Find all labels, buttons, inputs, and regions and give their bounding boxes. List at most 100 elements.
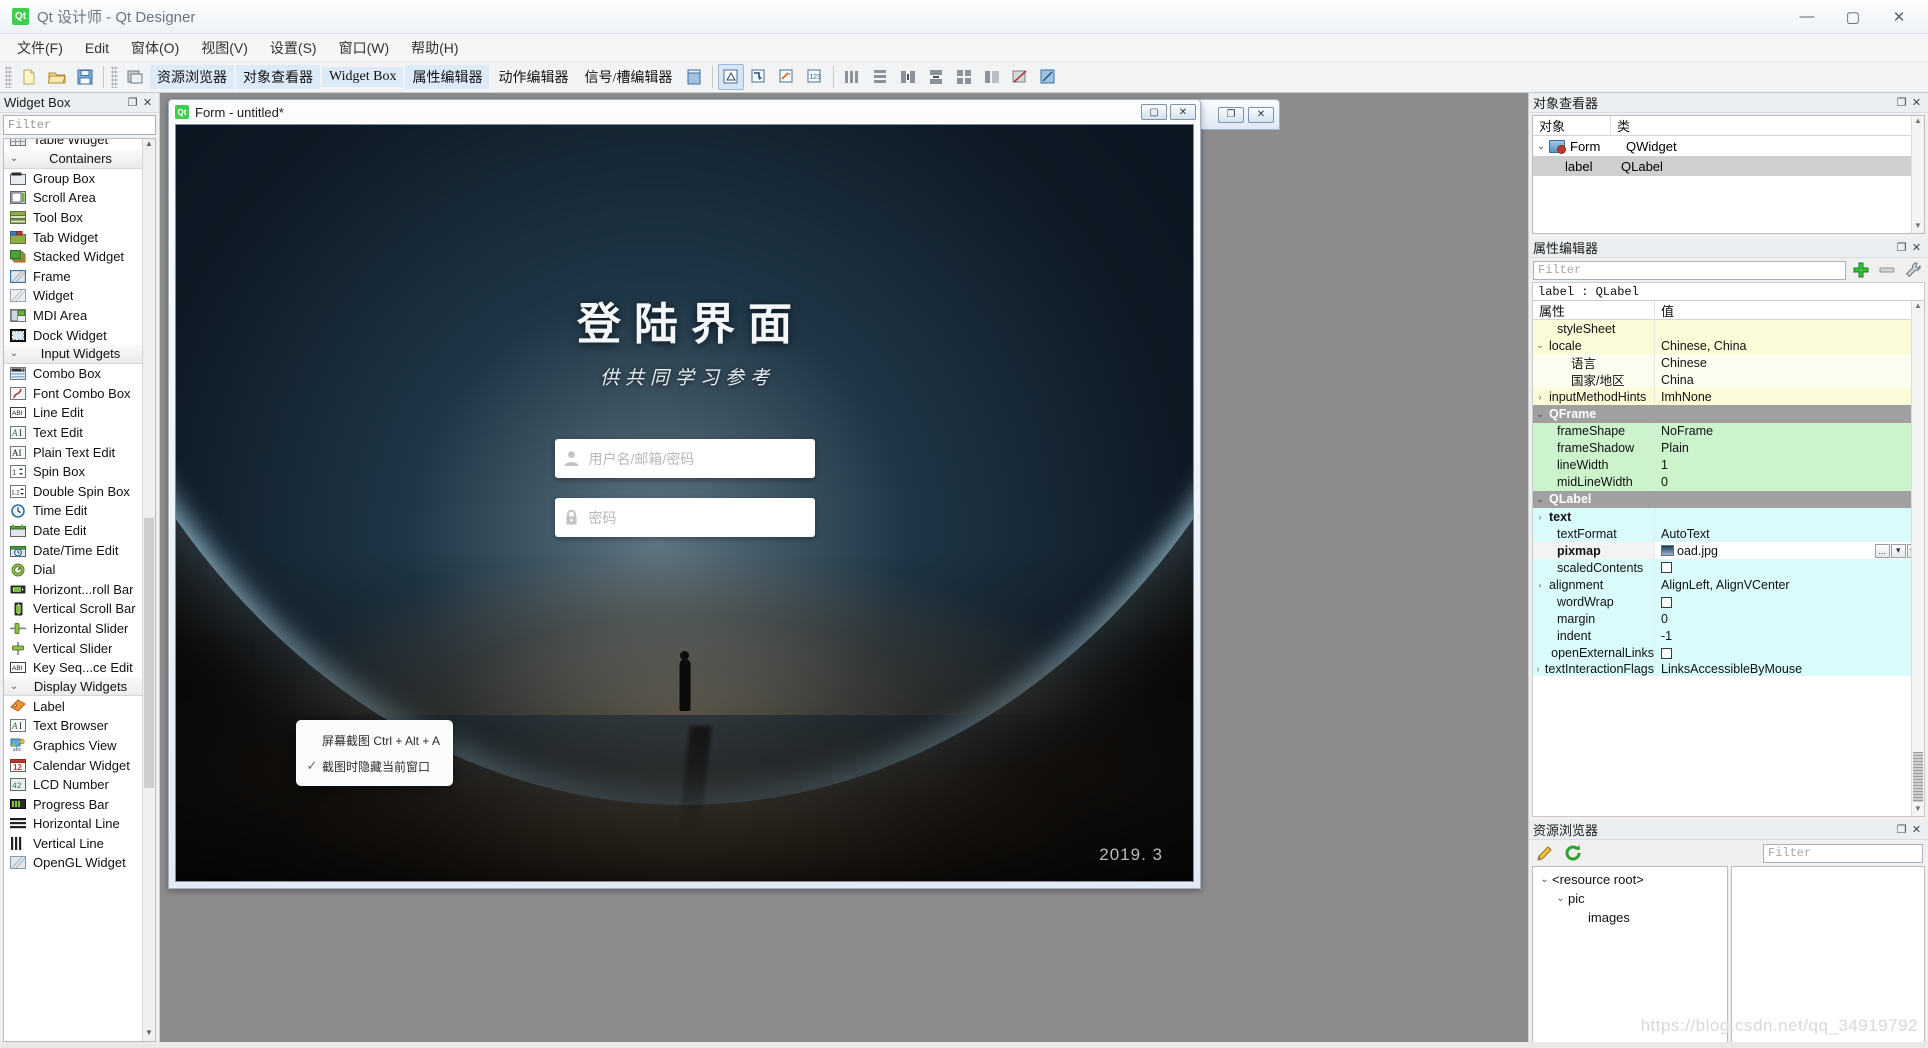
- dock-windows-icon[interactable]: [122, 64, 148, 90]
- widget-item-combo-box[interactable]: Combo Box: [4, 364, 155, 384]
- screenshot-hide-window-menu-item[interactable]: ✓ 截图时隐藏当前窗口: [296, 753, 453, 779]
- scroll-up-arrow-icon[interactable]: ▲: [143, 139, 155, 152]
- adjust-size-button[interactable]: [1035, 64, 1061, 90]
- close-button[interactable]: ✕: [1876, 2, 1922, 32]
- property-value-checkbox-cell[interactable]: [1655, 644, 1924, 662]
- pixmap-value-cell[interactable]: oad.jpg ... ▾ ↶: [1655, 542, 1924, 560]
- menu-file[interactable]: 文件(F): [6, 37, 74, 59]
- property-row-indent[interactable]: indent -1: [1533, 627, 1924, 645]
- tab-resource-browser[interactable]: 资源浏览器: [150, 65, 234, 89]
- property-row-text[interactable]: › text: [1533, 508, 1924, 526]
- tab-action-editor[interactable]: 动作编辑器: [491, 65, 575, 89]
- property-value[interactable]: [1655, 508, 1924, 526]
- widget-item-lcd-number[interactable]: 42 LCD Number: [4, 775, 155, 795]
- refresh-icon[interactable]: [1562, 843, 1584, 863]
- background-form-restore-button[interactable]: ❐: [1218, 106, 1244, 123]
- object-row-form[interactable]: ⌄ Form QWidget: [1533, 136, 1924, 156]
- layout-grid-button[interactable]: [951, 64, 977, 90]
- chevron-down-icon[interactable]: ⌄: [1553, 893, 1568, 904]
- property-value[interactable]: [1655, 320, 1924, 338]
- widget-item-scroll-area[interactable]: Scroll Area: [4, 188, 155, 208]
- property-value[interactable]: China: [1655, 371, 1924, 389]
- form-maximize-button[interactable]: ▢: [1141, 104, 1167, 120]
- edit-buddies-mode-button[interactable]: [774, 64, 800, 90]
- object-inspector-float-button[interactable]: ❐: [1894, 95, 1909, 110]
- property-editor-close-button[interactable]: ✕: [1909, 240, 1924, 255]
- menu-help[interactable]: 帮助(H): [400, 37, 469, 59]
- widget-item-tool-box[interactable]: Tool Box: [4, 208, 155, 228]
- scaledContents-checkbox[interactable]: [1661, 562, 1672, 574]
- resource-filter-input[interactable]: Filter: [1763, 843, 1923, 863]
- property-value[interactable]: -1: [1655, 627, 1924, 645]
- menu-view[interactable]: 视图(V): [190, 37, 259, 59]
- widget-item-horizontal-scroll-bar[interactable]: Horizont...roll Bar: [4, 579, 155, 599]
- property-value-checkbox-cell[interactable]: [1655, 593, 1924, 611]
- scroll-up-arrow-icon[interactable]: ▲: [1912, 116, 1924, 128]
- background-form-close-button[interactable]: ✕: [1248, 106, 1274, 123]
- scroll-up-arrow-icon[interactable]: ▲: [1912, 301, 1924, 313]
- layout-splitter-vertical-button[interactable]: [923, 64, 949, 90]
- widget-box-scrollbar[interactable]: ▲ ▼: [142, 139, 155, 1041]
- menu-edit[interactable]: Edit: [74, 37, 120, 59]
- widget-item-vertical-scroll-bar[interactable]: Vertical Scroll Bar: [4, 599, 155, 619]
- resource-node-root[interactable]: ⌄ <resource root>: [1533, 870, 1727, 889]
- property-value[interactable]: NoFrame: [1655, 422, 1924, 440]
- open-form-button[interactable]: [44, 64, 70, 90]
- widget-item-label[interactable]: Label: [4, 696, 155, 716]
- tab-object-inspector[interactable]: 对象查看器: [236, 65, 320, 89]
- property-row-scaledContents[interactable]: scaledContents: [1533, 559, 1924, 577]
- layout-splitter-horizontal-button[interactable]: [895, 64, 921, 90]
- resource-browser-close-button[interactable]: ✕: [1909, 822, 1924, 837]
- property-value[interactable]: Chinese, China: [1655, 337, 1924, 355]
- toolbar-grip[interactable]: [5, 66, 12, 88]
- layout-vertically-button[interactable]: [867, 64, 893, 90]
- dock-toolbar-grip[interactable]: [111, 66, 118, 88]
- property-row-midLineWidth[interactable]: midLineWidth 0: [1533, 473, 1924, 491]
- widget-item-double-spin-box[interactable]: 1.2 Double Spin Box: [4, 482, 155, 502]
- object-row-label[interactable]: label QLabel: [1533, 156, 1924, 176]
- object-inspector-scrollbar[interactable]: ▲ ▼: [1911, 116, 1924, 233]
- property-row-openExternalLinks[interactable]: openExternalLinks: [1533, 644, 1924, 662]
- mdi-workspace[interactable]: ❐ ✕ Qt Form - untitled* ▢ ✕ 登陆界面 供共同学习参考…: [160, 93, 1528, 1048]
- widget-box-float-button[interactable]: ❐: [125, 95, 140, 110]
- widget-item-table-widget[interactable]: Table Widget: [4, 139, 155, 150]
- widget-item-widget[interactable]: Widget: [4, 286, 155, 306]
- property-row-locale[interactable]: ⌄ locale Chinese, China: [1533, 337, 1924, 355]
- property-value[interactable]: 1: [1655, 456, 1924, 474]
- chevron-down-icon[interactable]: ⌄: [1533, 340, 1547, 351]
- widget-item-vertical-slider[interactable]: Vertical Slider: [4, 638, 155, 658]
- pixmap-dropdown-button[interactable]: ▾: [1890, 543, 1906, 558]
- widget-item-datetime-edit[interactable]: Date/Time Edit: [4, 540, 155, 560]
- property-row-language[interactable]: 语言 Chinese: [1533, 354, 1924, 372]
- property-row-margin[interactable]: margin 0: [1533, 610, 1924, 628]
- widget-item-text-edit[interactable]: AI Text Edit: [4, 423, 155, 443]
- screenshot-capture-menu-item[interactable]: 屏幕截图 Ctrl + Alt + A: [296, 727, 453, 753]
- chevron-right-icon[interactable]: ›: [1533, 580, 1547, 590]
- object-inspector-tree[interactable]: 对象 类 ⌄ Form QWidget label QLabel ▲ ▼: [1532, 115, 1925, 234]
- openExternalLinks-checkbox[interactable]: [1661, 647, 1672, 659]
- property-row-styleSheet[interactable]: styleSheet: [1533, 320, 1924, 338]
- widget-item-opengl-widget[interactable]: OpenGL Widget: [4, 853, 155, 873]
- resource-browser-float-button[interactable]: ❐: [1894, 822, 1909, 837]
- widget-item-stacked-widget[interactable]: Stacked Widget: [4, 247, 155, 267]
- widget-item-calendar-widget[interactable]: 12 Calendar Widget: [4, 755, 155, 775]
- property-value[interactable]: 0: [1655, 610, 1924, 628]
- chevron-down-icon[interactable]: ⌄: [1533, 141, 1549, 152]
- widget-category-input-widgets[interactable]: ⌄ Input Widgets: [4, 344, 155, 364]
- maximize-button[interactable]: ▢: [1830, 2, 1876, 32]
- form-close-button[interactable]: ✕: [1170, 104, 1196, 120]
- widget-item-text-browser[interactable]: AI Text Browser: [4, 716, 155, 736]
- form-designer-window[interactable]: Qt Form - untitled* ▢ ✕ 登陆界面 供共同学习参考 用户名…: [168, 99, 1201, 889]
- property-row-frameShape[interactable]: frameShape NoFrame: [1533, 422, 1924, 440]
- property-value[interactable]: Chinese: [1655, 354, 1924, 372]
- widget-item-date-edit[interactable]: Date Edit: [4, 521, 155, 541]
- chevron-right-icon[interactable]: ›: [1533, 512, 1547, 522]
- remove-dynamic-property-button[interactable]: [1876, 260, 1898, 280]
- tab-signal-slot-editor[interactable]: 信号/槽编辑器: [577, 65, 679, 89]
- menu-window[interactable]: 窗口(W): [328, 37, 401, 59]
- widget-item-group-box[interactable]: Group Box: [4, 169, 155, 189]
- edit-tab-order-mode-button[interactable]: 123: [802, 64, 828, 90]
- pixmap-browse-button[interactable]: ...: [1874, 543, 1890, 558]
- form-window-title-bar[interactable]: Qt Form - untitled* ▢ ✕: [169, 100, 1200, 124]
- tab-widget-box[interactable]: Widget Box: [322, 67, 404, 87]
